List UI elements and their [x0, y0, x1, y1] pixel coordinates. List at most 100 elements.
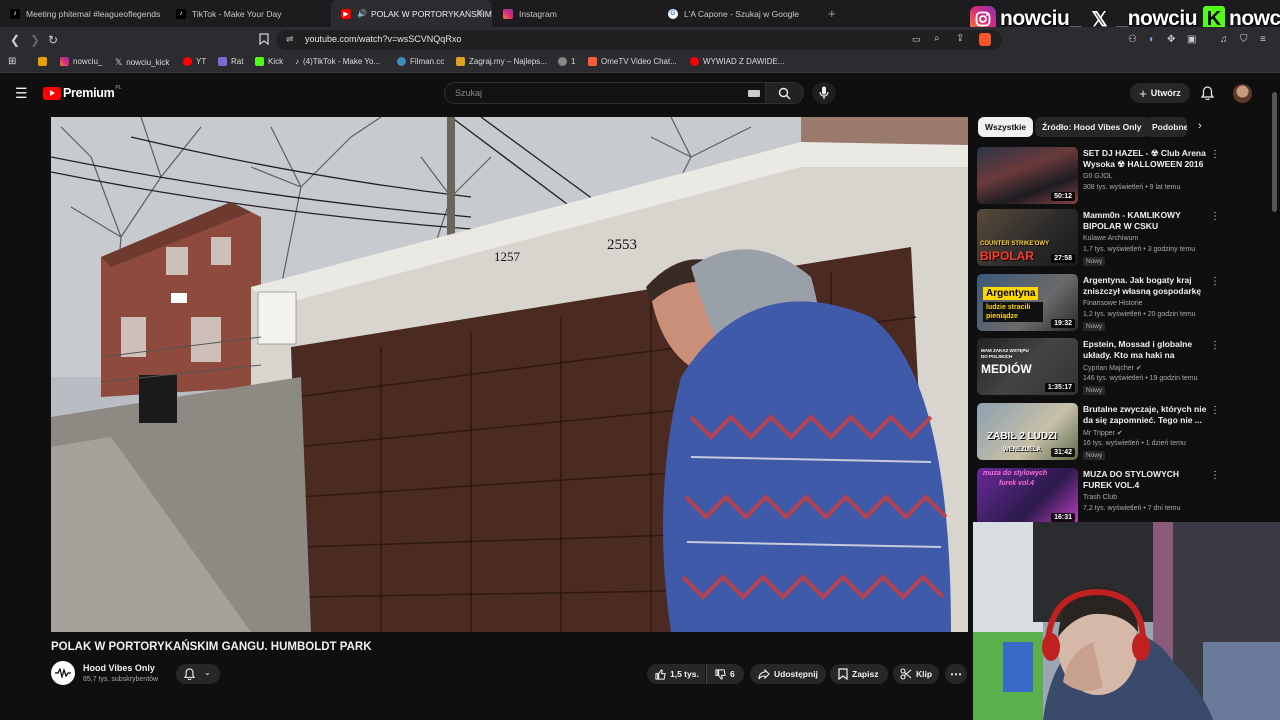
video-thumbnail[interactable]: ZABIŁ 2 LUDZI WENEZUELA 31:42	[977, 403, 1078, 460]
video-thumbnail[interactable]: Argentyna ludzie stracili pieniądze 19:3…	[977, 274, 1078, 331]
tab-label: Instagram	[519, 8, 557, 19]
bookmark-item[interactable]: WYWIAD Z DAWIDE...	[690, 57, 784, 66]
create-button[interactable]: + Utwórz	[1130, 83, 1190, 103]
tiktok-icon: ♪	[176, 8, 186, 19]
zoom-icon[interactable]: ⌕	[934, 33, 940, 44]
keyboard-icon[interactable]	[748, 90, 760, 97]
bookmark-item[interactable]: Filman.cc	[397, 57, 444, 66]
notifications-bell-icon[interactable]	[1201, 86, 1214, 100]
back-icon[interactable]: ❮	[10, 33, 20, 47]
reload-icon[interactable]: ↻	[48, 33, 58, 47]
channel-logo-icon	[55, 668, 71, 678]
recommendation-channel: Trash Club	[1083, 494, 1117, 501]
shield-icon[interactable]: ⛉	[1240, 33, 1248, 47]
chip-from-channel[interactable]: Źródło: Hood Vibes Only	[1035, 117, 1149, 137]
tab-meeting[interactable]: ♪ Meeting phitemal #leagueoflegends	[0, 0, 166, 27]
bookmark-item[interactable]: Rat	[218, 57, 243, 66]
video-thumbnail[interactable]: muza do stylowych furek vol.4 16:31	[977, 468, 1078, 525]
recommendation-item[interactable]: MAM ZAKAZ WSTĘPU DO POLSKICH MEDIÓW 1:35…	[977, 338, 1220, 396]
bookmark-item[interactable]: ♪ (4)TikTok - Make Yo...	[295, 57, 380, 66]
search-button[interactable]	[766, 82, 804, 104]
brave-shield-icon[interactable]	[979, 33, 991, 46]
webcam-scene	[973, 522, 1280, 720]
like-button[interactable]: 1,5 tys.	[647, 664, 705, 684]
chip-related[interactable]: Podobne	[1145, 117, 1187, 137]
recommendation-item[interactable]: COUNTER STRIKE'OWY BIPOLAR 27:58 Mamm0n …	[977, 209, 1220, 267]
more-options-icon[interactable]: ⋮	[1210, 405, 1220, 416]
close-tab-icon[interactable]: ✕	[476, 8, 484, 19]
streamer-webcam	[973, 522, 1280, 720]
chevron-right-icon[interactable]: ›	[1198, 120, 1202, 132]
bookmark-item[interactable]: Zagraj.my – Najleps...	[456, 57, 547, 66]
more-options-icon[interactable]: ⋮	[1210, 149, 1220, 160]
forward-icon[interactable]: ❯	[30, 33, 40, 47]
video-thumbnail[interactable]: COUNTER STRIKE'OWY BIPOLAR 27:58	[977, 209, 1078, 266]
tab-instagram[interactable]: Instagram	[493, 0, 658, 27]
clip-button[interactable]: Klip	[893, 664, 939, 684]
new-badge: Nowy	[1083, 451, 1106, 460]
tab-tiktok[interactable]: ♪ TikTok - Make Your Day	[166, 0, 330, 27]
tab-youtube-active[interactable]: ▶ 🔊 POLAK W PORTORYKAŃSKIM ✕	[331, 0, 492, 27]
channel-name[interactable]: Hood Vibes Only	[83, 663, 155, 673]
recommendation-meta: 146 tys. wyświetleń • 19 godzin temu	[1083, 375, 1198, 382]
video-thumbnail[interactable]: MAM ZAKAZ WSTĘPU DO POLSKICH MEDIÓW 1:35…	[977, 338, 1078, 395]
chip-all[interactable]: Wszystkie	[978, 117, 1034, 137]
install-app-icon[interactable]: ▭	[912, 34, 921, 45]
bookmark-item[interactable]: Kick	[255, 57, 283, 66]
tab-label: Meeting phitemal #leagueoflegends	[26, 8, 161, 19]
tab-label: TikTok - Make Your Day	[192, 8, 282, 19]
new-badge: Nowy	[1083, 322, 1106, 331]
more-actions-icon[interactable]: ⋯	[945, 664, 967, 684]
recommendation-title: SET DJ HAZEL - ☢ Club Arena Wysoka ☢ HAL…	[1083, 148, 1206, 169]
subscription-bell-button[interactable]: ⌄	[176, 664, 220, 684]
share-icon[interactable]: ⇪	[956, 33, 964, 44]
bookmark-item[interactable]: 1	[558, 57, 575, 66]
bookmark-item[interactable]: YT	[183, 57, 206, 66]
video-thumbnail[interactable]: 50:12	[977, 147, 1078, 204]
new-badge: Nowy	[1083, 257, 1106, 266]
recommendation-item[interactable]: Argentyna ludzie stracili pieniądze 19:3…	[977, 274, 1220, 332]
vpn-icon[interactable]: ◖	[1148, 33, 1154, 47]
verified-icon: ✔	[1116, 430, 1123, 437]
recommendation-item[interactable]: muza do stylowych furek vol.4 16:31 MUZA…	[977, 468, 1220, 526]
search-input[interactable]: Szukaj	[444, 82, 766, 104]
more-options-icon[interactable]: ⋮	[1210, 276, 1220, 287]
youtube-premium-logo[interactable]: Premium PL	[43, 85, 122, 100]
more-options-icon[interactable]: ⋮	[1210, 211, 1220, 222]
bookmark-item[interactable]: nowciu_	[60, 57, 102, 66]
tab-google[interactable]: G L'A Capone - Szukaj w Google	[658, 0, 824, 27]
thumbs-up-icon	[655, 668, 666, 680]
recommendation-meta: 1,2 tys. wyświetleń • 20 godzin temu	[1083, 311, 1196, 318]
dislike-button[interactable]: 6	[706, 664, 744, 684]
tiktok-icon: ♪	[10, 8, 20, 19]
voice-search-button[interactable]	[812, 82, 836, 104]
site-info-icon[interactable]: ⇌	[286, 34, 294, 45]
recommendation-item[interactable]: ZABIŁ 2 LUDZI WENEZUELA 31:42 Brutalne z…	[977, 403, 1220, 461]
recommendation-item[interactable]: 50:12 SET DJ HAZEL - ☢ Club Arena Wysoka…	[977, 147, 1220, 205]
page-scrollbar[interactable]	[1272, 92, 1277, 212]
bookmark-item[interactable]: OmeTV Video Chat...	[588, 57, 677, 66]
recommendation-meta: 16 tys. wyświetleń • 1 dzień temu	[1083, 440, 1186, 447]
wallet-icon[interactable]: ⚇	[1128, 33, 1137, 47]
more-options-icon[interactable]: ⋮	[1210, 470, 1220, 481]
extensions-icon[interactable]: ✥	[1167, 33, 1175, 47]
bookmark-icon[interactable]	[259, 33, 269, 49]
bookmark-item[interactable]: 𝕏nowciu_kick	[115, 57, 169, 68]
channel-avatar[interactable]	[51, 661, 75, 685]
apps-grid-icon[interactable]: ⊞	[8, 56, 16, 67]
bookmark-item[interactable]	[38, 57, 51, 66]
more-options-icon[interactable]: ⋮	[1210, 340, 1220, 351]
share-button[interactable]: Udostępnij	[750, 664, 826, 684]
menu-icon[interactable]: ≡	[1260, 33, 1266, 47]
sidebar-icon[interactable]: ▣	[1187, 33, 1196, 47]
account-avatar[interactable]	[1233, 84, 1252, 103]
speaker-icon: 🔊	[357, 9, 367, 18]
hamburger-menu-icon[interactable]: ☰	[15, 85, 28, 102]
url-field[interactable]: ⇌ youtube.com/watch?v=wsSCVNQqRxo ▭ ⌕ ⇪	[276, 30, 1002, 50]
media-icon[interactable]: ♫	[1220, 33, 1228, 47]
save-button[interactable]: Zapisz	[830, 664, 888, 684]
new-tab-button[interactable]: +	[828, 6, 836, 21]
video-player[interactable]: 1257 2553	[51, 117, 968, 632]
instagram-icon	[60, 57, 69, 66]
recommendation-meta: 308 tys. wyświetleń • 9 lat temu	[1083, 184, 1181, 191]
